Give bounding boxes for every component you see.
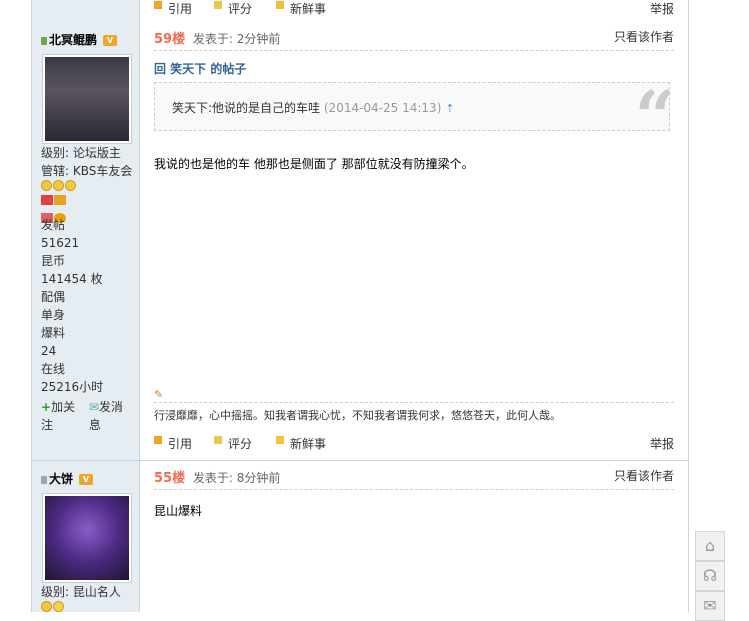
baoliao-count: 24 xyxy=(41,344,57,358)
author-level: 级别: 昆山名人 xyxy=(41,585,121,599)
news-icon xyxy=(276,436,284,444)
post-meta: 59楼 发表于: 2分钟前 只看该作者 xyxy=(154,28,674,51)
only-author-link[interactable]: 只看该作者 xyxy=(614,28,674,45)
plus-icon: + xyxy=(41,400,52,414)
headset-icon: ☊ xyxy=(702,566,718,585)
post-body: 我说的也是他的车 他那也是侧面了 那部位就没有防撞梁个。 xyxy=(154,157,474,171)
vip-icon: V xyxy=(79,474,94,485)
rate-icon xyxy=(214,1,222,9)
smile-icon xyxy=(41,601,52,612)
medal-icon xyxy=(41,195,53,205)
quote-icon xyxy=(154,1,162,9)
smile-icon xyxy=(41,180,52,191)
wechat-button[interactable]: ✉ xyxy=(695,591,725,621)
quote-mark-icon: “ xyxy=(634,75,675,158)
post-content: 59楼 发表于: 2分钟前 只看该作者 回 笑天下 的帖子 笑天下:他说的是自己… xyxy=(140,20,688,460)
coins-count: 141454 枚 xyxy=(41,272,103,286)
report-link[interactable]: 举报 xyxy=(650,435,674,452)
author-info: 级别: 论坛版主 管辖: KBS车友会 发帖 51621 昆币 141454 枚… xyxy=(41,144,141,434)
quote-button[interactable]: 引用 xyxy=(154,0,192,17)
smile-icon xyxy=(53,180,64,191)
post-body: 昆山爆料 xyxy=(154,504,203,518)
report-link[interactable]: 举报 xyxy=(650,0,674,17)
medal-icon xyxy=(54,195,66,205)
quote-button[interactable]: 引用 xyxy=(154,435,192,452)
pencil-icon: ✎ xyxy=(154,388,164,401)
author-column xyxy=(32,0,140,20)
online-hours: 25216小时 xyxy=(41,380,104,394)
offline-status-icon xyxy=(41,475,47,484)
post-55: 大饼 V 级别: 昆山名人 55楼 发表于: 8分钟前 只看该作者 昆山爆料 xyxy=(32,461,688,612)
news-button[interactable]: 新鲜事 xyxy=(276,0,326,17)
message-button[interactable]: ✉发消息 xyxy=(89,398,133,434)
author-column: 大饼 V 级别: 昆山名人 xyxy=(32,461,140,612)
quote-block: 笑天下:他说的是自己的车哇 (2014-04-25 14:13) ⇡ “ xyxy=(154,75,675,158)
online-status-icon xyxy=(41,36,47,45)
avatar[interactable] xyxy=(42,493,132,583)
news-icon xyxy=(276,1,284,9)
smile-icon xyxy=(65,180,76,191)
post-toolbar: 引用 评分 新鲜事 举报 xyxy=(154,0,674,20)
floor-number: 59楼 xyxy=(154,32,186,47)
follow-button[interactable]: +加关注 xyxy=(41,398,85,434)
author-column: 北冥鲲鹏 V 级别: 论坛版主 管辖: KBS车友会 发帖 51621 昆币 14… xyxy=(32,20,140,460)
reply-to-link[interactable]: 回 笑天下 的帖子 xyxy=(154,60,246,77)
post-time: 发表于: 2分钟前 xyxy=(192,32,281,46)
moon-icon xyxy=(53,601,64,612)
rate-button[interactable]: 评分 xyxy=(214,435,252,452)
floor-number: 55楼 xyxy=(154,471,186,486)
spouse-value: 单身 xyxy=(41,308,66,322)
only-author-link[interactable]: 只看该作者 xyxy=(614,467,674,484)
face-icons xyxy=(41,180,141,192)
post-meta: 55楼 发表于: 8分钟前 只看该作者 xyxy=(154,467,674,490)
post-content: 55楼 发表于: 8分钟前 只看该作者 昆山爆料 xyxy=(140,461,688,612)
signature: 行浸靡靡，心中摇摇。知我者谓我心忧，不知我者谓我何求，悠悠苍天，此何人哉。 xyxy=(154,402,674,423)
customer-service-button[interactable]: ☊ xyxy=(695,561,725,591)
mail-icon: ✉ xyxy=(88,400,99,414)
face-icons xyxy=(41,601,121,613)
posts-count: 51621 xyxy=(41,236,80,250)
back-to-top-button[interactable]: ⌂ xyxy=(695,531,725,561)
quote-time: (2014-04-25 14:13) xyxy=(323,101,442,115)
post-toolbar: 引用 评分 新鲜事 举报 xyxy=(154,435,674,455)
arrow-up-icon: ⌂ xyxy=(704,536,716,555)
prev-post-tail: 引用 评分 新鲜事 举报 xyxy=(32,0,688,20)
author-name[interactable]: 北冥鲲鹏 V xyxy=(41,31,118,48)
news-button[interactable]: 新鲜事 xyxy=(276,435,326,452)
avatar-image xyxy=(45,496,129,580)
quote-text: 笑天下:他说的是自己的车哇 (2014-04-25 14:13) ⇡ xyxy=(172,101,455,115)
post-time: 发表于: 8分钟前 xyxy=(192,471,281,485)
forum-thread: 引用 评分 新鲜事 举报 北冥鲲鹏V 级别: 论坛版主 管辖: KBS车友会 xyxy=(31,0,689,612)
author-manage: 管辖: KBS车友会 xyxy=(41,164,133,178)
quote-icon xyxy=(154,436,162,444)
avatar[interactable] xyxy=(42,54,132,144)
rate-icon xyxy=(214,436,222,444)
author-info: 级别: 昆山名人 xyxy=(41,583,121,613)
author-level: 级别: 论坛版主 xyxy=(41,146,121,160)
vip-icon: V xyxy=(103,35,118,46)
wechat-icon: ✉ xyxy=(703,596,717,615)
post-59: 北冥鲲鹏 V 级别: 论坛版主 管辖: KBS车友会 发帖 51621 昆币 14… xyxy=(32,20,688,460)
medal-icons xyxy=(41,192,141,223)
goto-original-icon[interactable]: ⇡ xyxy=(445,102,454,115)
rate-button[interactable]: 评分 xyxy=(214,0,252,17)
avatar-image xyxy=(45,57,129,141)
author-name[interactable]: 大饼 V xyxy=(41,470,94,487)
